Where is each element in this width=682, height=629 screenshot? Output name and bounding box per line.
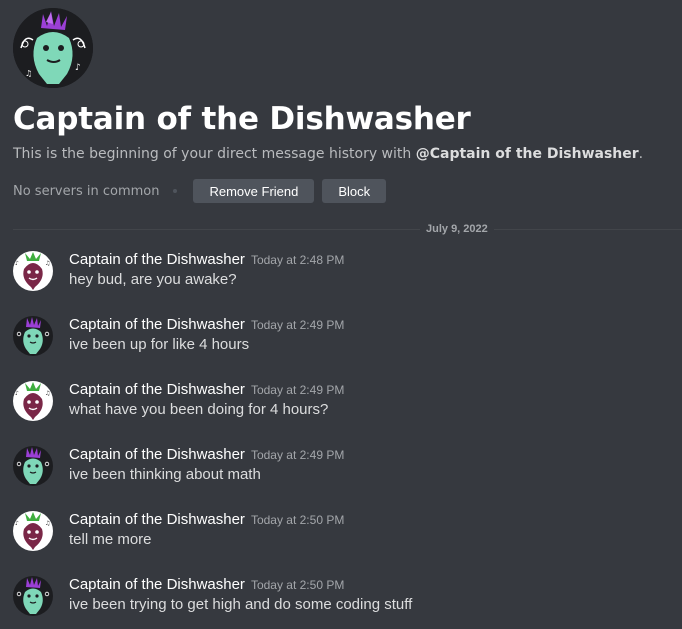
message-header: Captain of the Dishwasher Today at 2:50 P… [69, 509, 344, 528]
message-timestamp: Today at 2:50 PM [250, 513, 345, 527]
svg-text:♪: ♪ [15, 260, 19, 267]
message-timestamp: Today at 2:49 PM [250, 383, 345, 397]
date-divider-label: July 9, 2022 [420, 221, 494, 237]
message-author[interactable]: Captain of the Dishwasher [69, 446, 245, 463]
green-creature-avatar-icon [13, 576, 53, 616]
profile-avatar[interactable]: ♪ ♫ [13, 8, 93, 88]
message-author[interactable]: Captain of the Dishwasher [69, 576, 245, 593]
svg-text:♪: ♪ [75, 63, 81, 73]
message-header: Captain of the Dishwasher Today at 2:49 P… [69, 379, 344, 398]
date-divider: July 9, 2022 [13, 221, 682, 237]
svg-text:♪: ♪ [15, 520, 19, 527]
svg-text:♫: ♫ [45, 390, 50, 397]
message-avatar[interactable]: ♪ ♫ [13, 251, 53, 291]
block-button[interactable]: Block [322, 179, 387, 203]
message-avatar[interactable] [13, 576, 53, 616]
message-row: ♪ ♫ Captain of the Dishwasher Today at 2:48… [13, 251, 673, 301]
message-row: ♪ ♫ Captain of the Dishwasher Today at 2:49… [13, 381, 673, 431]
remove-friend-button[interactable]: Remove Friend [193, 179, 315, 203]
message-text: ive been up for like 4 hours [69, 336, 250, 353]
message-timestamp: Today at 2:50 PM [250, 578, 345, 592]
message-avatar[interactable] [13, 316, 53, 356]
dm-intro-text: This is the beginning of your direct mes… [13, 145, 682, 163]
message-author[interactable]: Captain of the Dishwasher [69, 316, 245, 333]
svg-text:♫: ♫ [45, 520, 50, 527]
message-header: Captain of the Dishwasher Today at 2:49 P… [69, 444, 344, 463]
message-row: ♪ ♫ Captain of the Dishwasher Today at 2:50… [13, 511, 673, 561]
message-author[interactable]: Captain of the Dishwasher [69, 511, 245, 528]
green-creature-avatar-icon [13, 316, 53, 356]
beet-avatar-icon: ♪ ♫ [13, 381, 53, 421]
message-timestamp: Today at 2:49 PM [250, 318, 345, 332]
message-header: Captain of the Dishwasher Today at 2:48 P… [69, 249, 344, 268]
message-author[interactable]: Captain of the Dishwasher [69, 251, 245, 268]
message-header: Captain of the Dishwasher Today at 2:50 P… [69, 574, 344, 593]
svg-text:♪: ♪ [15, 390, 19, 397]
message-text: hey bud, are you awake? [69, 271, 237, 288]
message-text: ive been thinking about math [69, 466, 261, 483]
message-author[interactable]: Captain of the Dishwasher [69, 381, 245, 398]
message-header: Captain of the Dishwasher Today at 2:49 P… [69, 314, 344, 333]
message-avatar[interactable] [13, 446, 53, 486]
green-creature-avatar-icon [13, 446, 53, 486]
profile-actions: No servers in common Remove Friend Block [13, 179, 682, 203]
mutual-servers-label: No servers in common [13, 183, 160, 199]
svg-text:♫: ♫ [45, 260, 50, 267]
message-row: Captain of the Dishwasher Today at 2:49 P… [13, 316, 673, 366]
separator-dot [173, 189, 178, 193]
message-timestamp: Today at 2:48 PM [250, 253, 345, 267]
message-text: ive been trying to get high and do some … [69, 596, 413, 613]
green-creature-purple-hair-icon: ♪ ♫ [13, 8, 93, 88]
intro-suffix: . [638, 146, 644, 162]
message-avatar[interactable]: ♪ ♫ [13, 381, 53, 421]
beet-avatar-icon: ♪ ♫ [13, 511, 53, 551]
beet-avatar-icon: ♪ ♫ [13, 251, 53, 291]
message-row: Captain of the Dishwasher Today at 2:49 P… [13, 446, 673, 496]
dm-header: ♪ ♫ Captain of the Dishwasher This is th… [13, 8, 682, 203]
message-row: Captain of the Dishwasher Today at 2:50 P… [13, 576, 673, 626]
page-title: Captain of the Dishwasher [13, 101, 471, 137]
message-text: what have you been doing for 4 hours? [69, 401, 329, 418]
svg-text:♫: ♫ [25, 69, 32, 78]
message-avatar[interactable]: ♪ ♫ [13, 511, 53, 551]
intro-handle: @Captain of the Dishwasher [415, 146, 639, 162]
message-text: tell me more [69, 531, 152, 548]
message-timestamp: Today at 2:49 PM [250, 448, 345, 462]
intro-prefix: This is the beginning of your direct mes… [13, 146, 416, 162]
